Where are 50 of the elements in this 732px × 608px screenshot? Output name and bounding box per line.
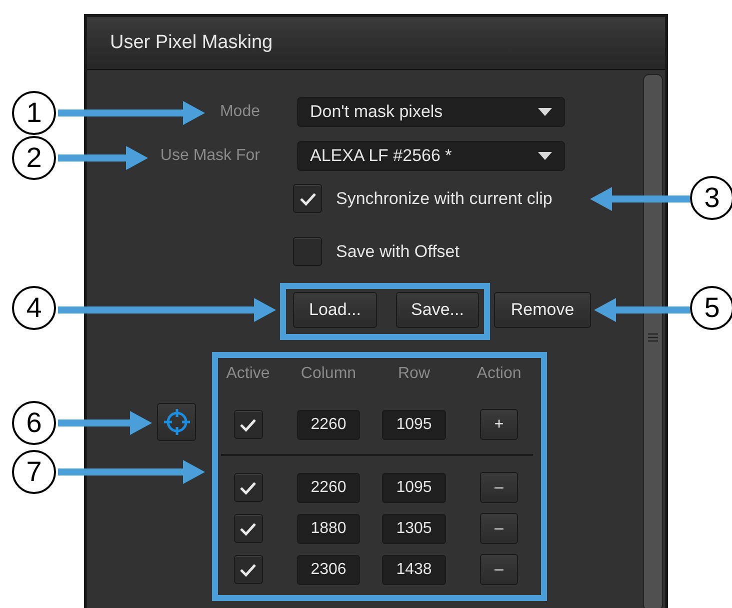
callout-number: 7 <box>12 450 56 494</box>
checkbox-label: Save with Offset <box>336 240 460 263</box>
crosshair-icon <box>162 408 190 436</box>
row-action-button[interactable]: + <box>480 409 518 440</box>
dropdown[interactable]: ALEXA LF #2566 * <box>297 141 565 171</box>
callout-number: 6 <box>12 401 56 445</box>
checkbox[interactable] <box>234 410 262 439</box>
crosshair-button[interactable] <box>157 403 196 441</box>
callout-number: 2 <box>12 136 56 180</box>
dropdown-arrow-icon <box>538 108 552 116</box>
number-field[interactable]: 2260 <box>297 472 360 502</box>
grip-icon <box>648 333 658 342</box>
checkbox[interactable] <box>234 555 262 584</box>
checkbox[interactable] <box>234 473 262 502</box>
button[interactable]: Load... <box>293 292 377 328</box>
number-field[interactable]: 1880 <box>297 514 360 544</box>
column-header: Row <box>398 364 430 384</box>
callout-number: 3 <box>690 176 732 220</box>
checkmark-icon <box>298 192 316 206</box>
column-header: Column <box>300 364 356 384</box>
number-field[interactable]: 1095 <box>382 472 446 502</box>
checkmark-icon <box>239 480 257 494</box>
callout-number: 4 <box>12 286 56 330</box>
scrollbar[interactable] <box>643 74 663 608</box>
field-label: Mode <box>220 102 260 122</box>
button[interactable]: Remove <box>494 292 591 328</box>
column-header: Action <box>476 364 522 384</box>
callout-number: 5 <box>690 286 732 330</box>
column-header: Active <box>226 364 270 384</box>
checkbox[interactable] <box>234 514 262 543</box>
checkmark-icon <box>239 522 257 536</box>
checkmark-icon <box>239 562 257 576</box>
checkbox[interactable] <box>293 184 322 213</box>
checkmark-icon <box>239 418 257 432</box>
callout-number: 1 <box>12 91 56 135</box>
row-action-button[interactable]: – <box>480 513 518 544</box>
number-field[interactable]: 2260 <box>297 410 360 440</box>
number-field[interactable]: 1305 <box>382 514 446 544</box>
dropdown[interactable]: Don't mask pixels <box>297 97 565 127</box>
button[interactable]: Save... <box>396 292 479 328</box>
checkbox-label: Synchronize with current clip <box>336 188 552 210</box>
dropdown-arrow-icon <box>538 152 552 160</box>
row-action-button[interactable]: – <box>480 472 518 503</box>
number-field[interactable]: 1095 <box>382 410 446 440</box>
panel-title: User Pixel Masking <box>110 30 273 55</box>
number-field[interactable]: 1438 <box>382 554 446 584</box>
checkbox[interactable] <box>293 237 322 266</box>
number-field[interactable]: 2306 <box>297 554 360 584</box>
row-action-button[interactable]: – <box>480 554 518 585</box>
field-label: Use Mask For <box>160 146 260 166</box>
